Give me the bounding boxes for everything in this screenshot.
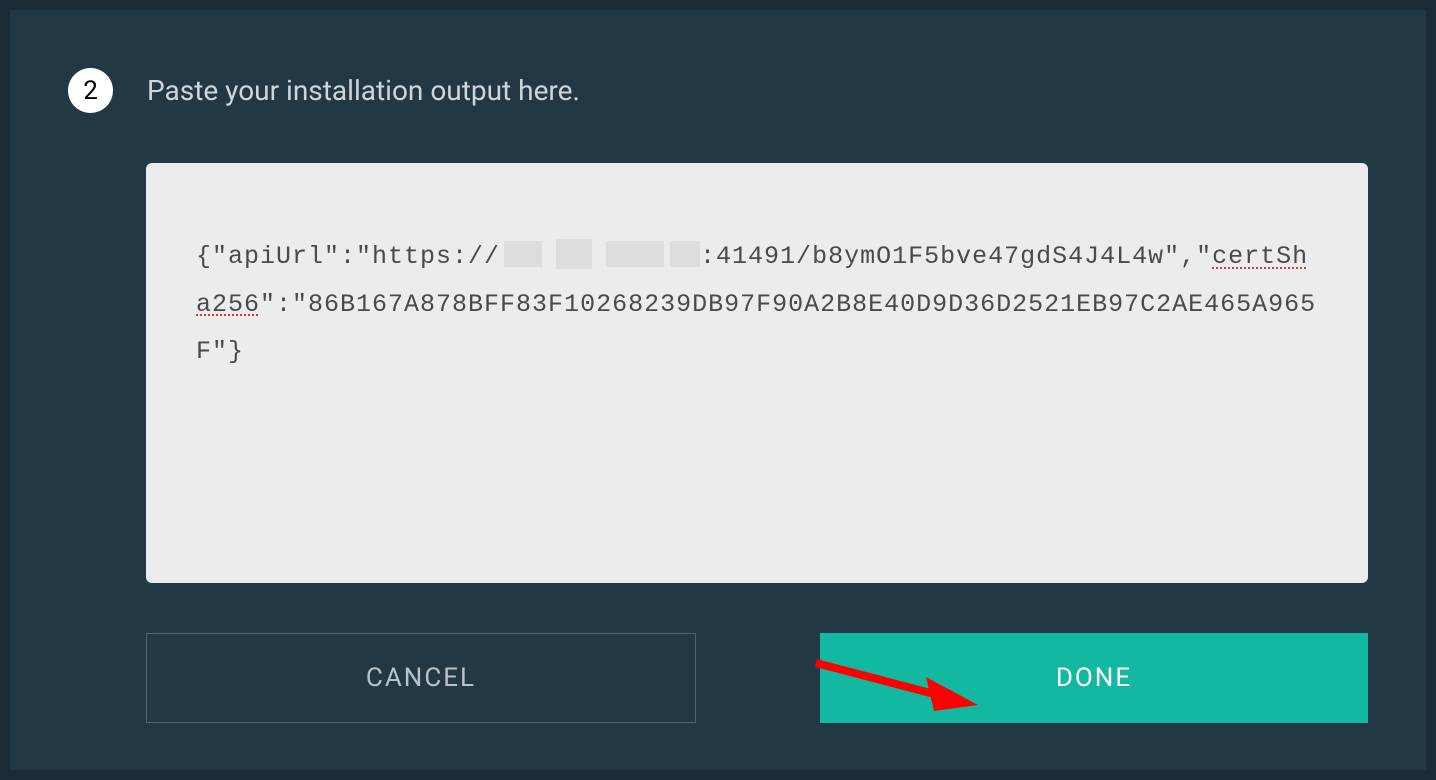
output-text-seg2: :41491/b8ymO1F5bve47gdS4J4L4w"," <box>700 242 1212 271</box>
step-title: Paste your installation output here. <box>147 74 580 107</box>
redacted-block <box>670 241 700 267</box>
cancel-button[interactable]: CANCEL <box>146 633 696 723</box>
button-row: CANCEL DONE <box>146 633 1368 723</box>
installation-output-textarea[interactable]: {"apiUrl":"https:// :41491/b8ymO1F5bve47g… <box>146 163 1368 583</box>
output-text-cert: cert <box>1212 242 1276 271</box>
done-button[interactable]: DONE <box>820 633 1368 723</box>
redacted-block <box>556 239 592 269</box>
redacted-block <box>504 241 542 267</box>
output-text-seg1: {"apiUrl":"https:// <box>196 242 500 271</box>
output-text-seg3: ":"86B167A878BFF83F10268239DB97F90A2B8E4… <box>196 290 1316 367</box>
redacted-block <box>606 241 664 267</box>
step-header: 2 Paste your installation output here. <box>68 68 1368 113</box>
step-panel: 2 Paste your installation output here. {… <box>10 10 1426 770</box>
step-content: {"apiUrl":"https:// :41491/b8ymO1F5bve47g… <box>68 163 1368 723</box>
step-number-badge: 2 <box>68 68 113 113</box>
